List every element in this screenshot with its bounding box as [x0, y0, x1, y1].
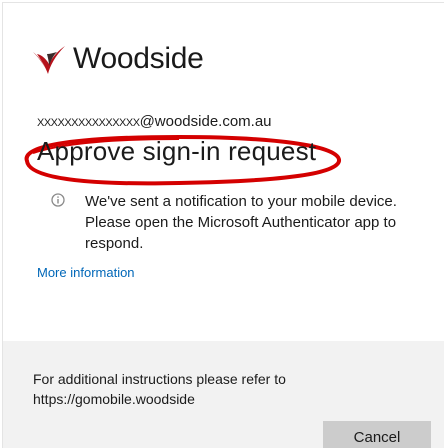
redacted-username: XXXXXXXXXXXXXXX: [37, 117, 140, 129]
more-information-link[interactable]: More information: [37, 265, 135, 280]
message-text: We've sent a notification to your mobile…: [85, 193, 397, 252]
page-title: Approve sign-in request: [37, 136, 317, 166]
account-email: XXXXXXXXXXXXXXX@woodside.com.au: [37, 113, 272, 130]
woodside-logo-icon: [33, 46, 65, 74]
footer-panel: For additional instructions please refer…: [3, 341, 444, 448]
email-domain: @woodside.com.au: [139, 113, 272, 130]
info-icon: [51, 193, 65, 207]
footer-line-1: For additional instructions please refer…: [33, 371, 286, 387]
footer-instructions: For additional instructions please refer…: [33, 369, 286, 409]
brand-name: Woodside: [73, 42, 204, 75]
cancel-button[interactable]: Cancel: [323, 421, 431, 448]
footer-url: https://gomobile.woodside: [33, 391, 195, 407]
sign-in-dialog: Woodside XXXXXXXXXXXXXXX@woodside.com.au…: [2, 2, 444, 448]
company-logo: Woodside: [31, 39, 204, 79]
